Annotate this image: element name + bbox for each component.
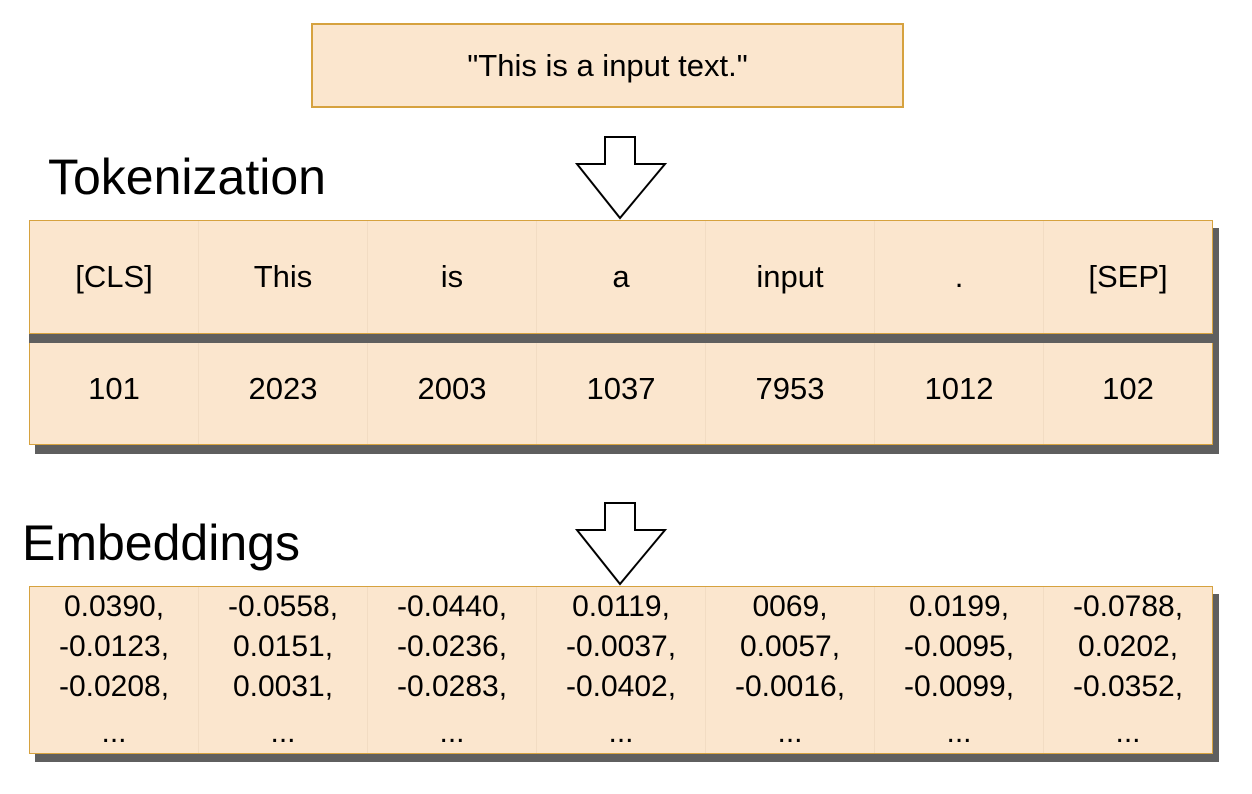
tokenization-title: Tokenization	[48, 149, 326, 205]
embedding-value: -0.0236,	[396, 630, 508, 663]
token-cell: is	[367, 221, 536, 333]
embedding-value: 0.0202,	[1077, 630, 1179, 663]
embedding-value: -0.0402,	[565, 670, 677, 703]
embedding-value: -0.0352,	[1072, 670, 1184, 703]
embedding-cell: -0.0788, 0.0202, -0.0352, ...	[1043, 587, 1212, 753]
token-id-cell: 1012	[874, 334, 1043, 444]
ellipsis: ...	[608, 716, 634, 749]
embedding-value: 0.0390,	[63, 590, 165, 623]
embedding-cell: 0.0119, -0.0037, -0.0402, ...	[536, 587, 705, 753]
embedding-value: -0.0095,	[903, 630, 1015, 663]
embedding-value: 0.0057,	[739, 630, 841, 663]
embedding-value: 0069,	[752, 590, 828, 623]
embedding-cell: 0069, 0.0057, -0.0016, ...	[705, 587, 874, 753]
embedding-value: -0.0440,	[396, 590, 508, 623]
token-id-cell: 2023	[198, 334, 367, 444]
embedding-value: -0.0558,	[227, 590, 339, 623]
ellipsis: ...	[101, 716, 127, 749]
embedding-cell: 0.0390, -0.0123, -0.0208, ...	[30, 587, 198, 753]
token-row: [CLS] This is a input . [SEP]	[29, 220, 1213, 334]
embedding-value: 0.0199,	[908, 590, 1010, 623]
token-cell: a	[536, 221, 705, 333]
down-arrow-icon	[574, 502, 668, 586]
token-id-cell: 101	[88, 371, 140, 406]
embedding-value: -0.0283,	[396, 670, 508, 703]
input-text: "This is a input text."	[467, 47, 748, 83]
embedding-cell: -0.0558, 0.0151, 0.0031, ...	[198, 587, 367, 753]
input-text-box: "This is a input text."	[311, 23, 904, 108]
ellipsis: ...	[439, 716, 465, 749]
embedding-value: -0.0208,	[58, 670, 170, 703]
token-id-cell: 2003	[367, 334, 536, 444]
ellipsis: ...	[946, 716, 972, 749]
row-divider-shadow	[29, 334, 1219, 343]
token-id-cell: 7953	[705, 334, 874, 444]
embedding-value: 0.0031,	[232, 670, 334, 703]
ellipsis: ...	[777, 716, 803, 749]
embedding-cell: -0.0440, -0.0236, -0.0283, ...	[367, 587, 536, 753]
embedding-value: -0.0037,	[565, 630, 677, 663]
embedding-value: -0.0788,	[1072, 590, 1184, 623]
embedding-cell: 0.0199, -0.0095, -0.0099, ...	[874, 587, 1043, 753]
embedding-value: -0.0123,	[58, 630, 170, 663]
embedding-value: 0.0119,	[572, 590, 670, 623]
token-cell: This	[198, 221, 367, 333]
embedding-row: 0.0390, -0.0123, -0.0208, ... -0.0558, 0…	[29, 586, 1213, 754]
embedding-value: 0.0151,	[232, 630, 334, 663]
ellipsis: ...	[1115, 716, 1141, 749]
embedding-value: -0.0016,	[734, 670, 846, 703]
token-id-row: 101 2023 2003 1037 7953 1012 102	[29, 333, 1213, 445]
down-arrow-icon	[574, 136, 668, 220]
token-id-cell: 1037	[536, 334, 705, 444]
token-cell: [CLS]	[75, 259, 153, 294]
token-cell: .	[874, 221, 1043, 333]
ellipsis: ...	[270, 716, 296, 749]
token-id-cell: 102	[1043, 334, 1212, 444]
token-cell: input	[705, 221, 874, 333]
embeddings-title: Embeddings	[22, 515, 300, 571]
embedding-value: -0.0099,	[903, 670, 1015, 703]
token-cell: [SEP]	[1043, 221, 1212, 333]
